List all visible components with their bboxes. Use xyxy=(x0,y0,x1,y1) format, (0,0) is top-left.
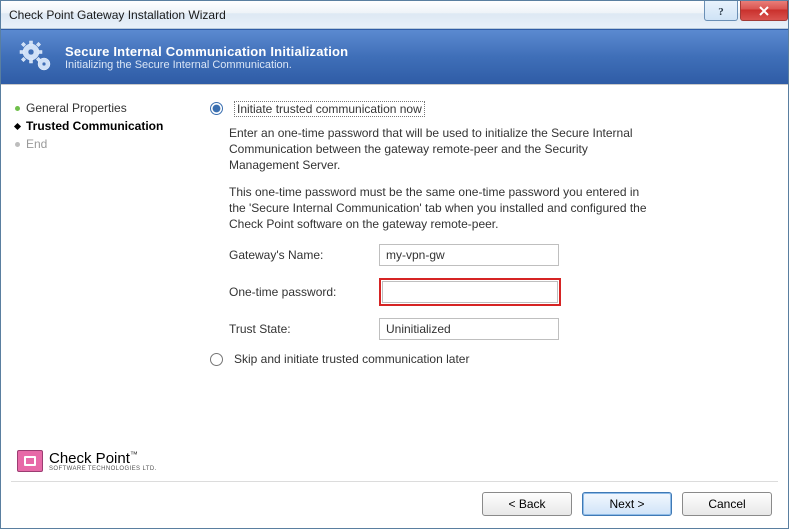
step-label: General Properties xyxy=(26,101,127,115)
row-gateway-name: Gateway's Name: xyxy=(229,244,768,266)
help-button[interactable]: ? xyxy=(704,1,738,21)
instruction-para-2: This one-time password must be the same … xyxy=(229,184,649,233)
titlebar: Check Point Gateway Installation Wizard … xyxy=(1,1,788,29)
step-label: End xyxy=(26,137,47,151)
trust-state-label: Trust State: xyxy=(229,322,379,336)
trust-state-field xyxy=(379,318,559,340)
step-dot-icon xyxy=(15,142,20,147)
back-button-label: < Back xyxy=(508,497,545,511)
banner-subheading: Initializing the Secure Internal Communi… xyxy=(65,59,348,71)
dialog-buttons: < Back Next > Cancel xyxy=(482,492,772,516)
content-pane: Initiate trusted communication now Enter… xyxy=(193,85,788,528)
help-icon: ? xyxy=(715,5,727,17)
gear-icon xyxy=(15,36,57,78)
radio-initiate-now-label: Initiate trusted communication now xyxy=(234,101,425,117)
cancel-button[interactable]: Cancel xyxy=(682,492,772,516)
step-dot-icon xyxy=(14,122,21,129)
step-trusted-communication[interactable]: Trusted Communication xyxy=(15,119,185,133)
radio-initiate-now[interactable] xyxy=(210,102,223,115)
logo-trademark: ™ xyxy=(130,450,138,459)
window-controls: ? xyxy=(704,1,788,28)
row-trust-state: Trust State: xyxy=(229,318,768,340)
one-time-password-field[interactable] xyxy=(382,281,558,303)
checkpoint-logo: Check Point™ SOFTWARE TECHNOLOGIES LTD. xyxy=(17,450,157,472)
close-icon xyxy=(758,5,770,17)
banner-heading: Secure Internal Communication Initializa… xyxy=(65,44,348,59)
back-button[interactable]: < Back xyxy=(482,492,572,516)
dialog-window: Check Point Gateway Installation Wizard … xyxy=(0,0,789,529)
checkpoint-mark-icon xyxy=(17,450,43,472)
svg-text:?: ? xyxy=(718,6,724,17)
otp-label: One-time password: xyxy=(229,285,379,299)
otp-highlight xyxy=(379,278,561,306)
option-skip-row: Skip and initiate trusted communication … xyxy=(205,352,768,366)
step-label: Trusted Communication xyxy=(26,119,163,133)
banner: Secure Internal Communication Initializa… xyxy=(1,29,788,85)
next-button[interactable]: Next > xyxy=(582,492,672,516)
cancel-button-label: Cancel xyxy=(708,497,745,511)
window-title: Check Point Gateway Installation Wizard xyxy=(9,8,226,22)
radio-skip-later-label: Skip and initiate trusted communication … xyxy=(234,352,469,366)
instruction-para-1: Enter an one-time password that will be … xyxy=(229,125,649,174)
logo-brand-text: Check Point xyxy=(49,450,130,467)
gateway-name-label: Gateway's Name: xyxy=(229,248,379,262)
next-button-label: Next > xyxy=(609,497,644,511)
step-general-properties[interactable]: General Properties xyxy=(15,101,185,115)
row-one-time-password: One-time password: xyxy=(229,278,768,306)
footer-divider xyxy=(11,481,778,482)
step-dot-icon xyxy=(15,106,20,111)
gateway-name-field xyxy=(379,244,559,266)
logo-tagline: SOFTWARE TECHNOLOGIES LTD. xyxy=(49,466,157,472)
option-initiate-now-row: Initiate trusted communication now xyxy=(205,101,768,117)
step-end[interactable]: End xyxy=(15,137,185,151)
radio-skip-later[interactable] xyxy=(210,353,223,366)
close-button[interactable] xyxy=(740,1,788,21)
